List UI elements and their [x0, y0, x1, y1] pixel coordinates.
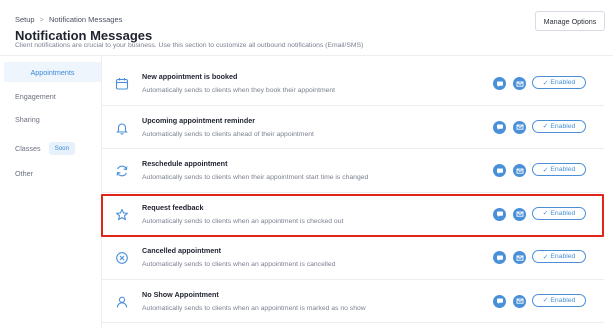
enabled-toggle[interactable]: ✓ Enabled [532, 163, 586, 176]
sidebar-item-label: Classes [15, 143, 41, 153]
enabled-toggle[interactable]: ✓ Enabled [532, 293, 586, 307]
check-icon: ✓ [542, 297, 549, 304]
notification-description: Automatically sends to clients when they… [142, 87, 336, 94]
manage-options-button[interactable]: Manage Options [535, 11, 605, 31]
notification-row-reminder[interactable]: Upcoming appointment reminder Automatica… [102, 106, 604, 149]
page-title: Notification Messages [15, 28, 153, 43]
status-label: Enabled [550, 253, 576, 260]
status-label: Enabled [550, 209, 576, 217]
check-icon: ✓ [542, 253, 549, 261]
calendar-icon [113, 75, 131, 93]
user-icon [113, 293, 131, 311]
sms-icon[interactable] [493, 294, 506, 308]
enabled-toggle[interactable]: ✓ Enabled [532, 119, 586, 133]
sidebar-item-other[interactable]: Other [0, 163, 101, 183]
sidebar-item-label: Engagement [15, 91, 56, 101]
sidebar: Appointments Engagement Sharing Classes … [0, 56, 102, 328]
enabled-toggle[interactable]: ✓ Enabled [532, 250, 586, 263]
email-icon[interactable] [513, 77, 526, 90]
notification-title: New appointment is booked [142, 72, 238, 81]
notification-row-request-feedback[interactable]: Request feedback Automatically sends to … [102, 193, 604, 236]
soon-badge: Soon [48, 141, 76, 155]
status-label: Enabled [550, 122, 576, 130]
status-label: Enabled [550, 166, 576, 173]
page-subtitle: Client notifications are crucial to your… [15, 42, 364, 49]
notification-row-reschedule[interactable]: Reschedule appointment Automatically sen… [102, 149, 604, 193]
notification-title: Request feedback [142, 202, 204, 212]
notification-title: Reschedule appointment [142, 159, 228, 168]
sidebar-item-appointments[interactable]: Appointments [4, 62, 101, 82]
notification-title: Cancelled appointment [142, 246, 222, 255]
notification-description: Automatically sends to clients when an a… [142, 217, 344, 225]
sms-icon[interactable] [493, 77, 506, 90]
check-icon: ✓ [542, 123, 549, 130]
notification-messages-page: Setup > Notification Messages Notificati… [0, 0, 613, 328]
email-icon[interactable] [513, 207, 526, 221]
check-icon: ✓ [542, 210, 549, 217]
status-label: Enabled [550, 296, 576, 304]
cancel-circle-icon [113, 249, 131, 267]
notification-row-new-appointment[interactable]: New appointment is booked Automatically … [102, 62, 604, 106]
sidebar-item-sharing[interactable]: Sharing [0, 109, 101, 129]
notification-description: Automatically sends to clients when an a… [142, 261, 336, 268]
email-icon[interactable] [513, 294, 526, 308]
notification-description: Automatically sends to clients when an a… [142, 304, 366, 312]
sidebar-item-label: Other [15, 168, 33, 178]
sms-icon[interactable] [493, 120, 506, 134]
email-icon[interactable] [513, 164, 526, 177]
breadcrumb: Setup > Notification Messages [15, 15, 122, 24]
enabled-toggle[interactable]: ✓ Enabled [532, 76, 586, 89]
enabled-toggle[interactable]: ✓ Enabled [532, 206, 586, 220]
sms-icon[interactable] [493, 251, 506, 264]
notification-title: No Show Appointment [142, 289, 219, 299]
refresh-icon [113, 162, 131, 180]
check-icon: ✓ [542, 79, 549, 87]
breadcrumb-separator: > [39, 15, 44, 24]
notification-title: Upcoming appointment reminder [142, 115, 256, 125]
notification-row-no-show[interactable]: No Show Appointment Automatically sends … [102, 280, 604, 323]
breadcrumb-current: Notification Messages [49, 15, 123, 24]
email-icon[interactable] [513, 120, 526, 134]
bell-icon [113, 119, 131, 137]
notification-description: Automatically sends to clients ahead of … [142, 130, 314, 138]
sms-icon[interactable] [493, 164, 506, 177]
sms-icon[interactable] [493, 207, 506, 221]
breadcrumb-setup-link[interactable]: Setup [15, 15, 35, 24]
star-icon [113, 206, 131, 224]
notification-description: Automatically sends to clients when thei… [142, 174, 369, 181]
sidebar-item-label: Sharing [15, 114, 40, 124]
sidebar-item-engagement[interactable]: Engagement [0, 86, 101, 106]
email-icon[interactable] [513, 251, 526, 264]
sidebar-item-classes[interactable]: Classes Soon [0, 138, 101, 158]
notification-row-cancelled[interactable]: Cancelled appointment Automatically send… [102, 236, 604, 280]
check-icon: ✓ [542, 166, 549, 174]
status-label: Enabled [550, 79, 576, 86]
sidebar-item-label: Appointments [30, 67, 75, 77]
